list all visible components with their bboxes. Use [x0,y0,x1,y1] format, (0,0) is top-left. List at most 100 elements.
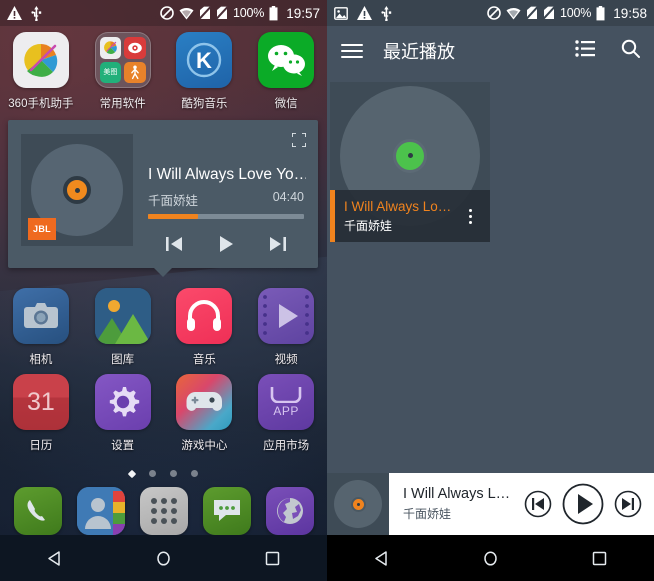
skip-previous-icon[interactable] [524,490,552,518]
app-icon-folder-common-apps[interactable]: 美图 常用软件 [82,32,164,111]
mini-player-title: I Will Always L… [403,486,511,502]
game-center-icon [176,374,233,430]
app-label: 视频 [274,354,298,366]
app-label: 设置 [111,440,135,452]
hamburger-menu-icon[interactable] [341,40,363,62]
mini-player[interactable]: I Will Always L… 千面娇娃 [327,473,654,535]
status-icons-left [7,5,42,21]
app-row-1: 360手机助手 美图 常用软件 K 酷狗音乐 微信 [0,32,327,111]
gallery-icon [94,288,151,344]
app-icon-360-mobile-assistant[interactable]: 360手机助手 [0,32,82,111]
wechat-icon [258,32,315,88]
page-dot-active[interactable] [127,469,137,478]
app-icon-calendar[interactable]: 31 日历 [0,374,82,453]
app-label: 酷狗音乐 [181,98,228,110]
settings-gear-icon [94,374,151,430]
contacts-icon [76,487,125,535]
app-icon-wechat[interactable]: 微信 [245,32,327,111]
browser-globe-icon [265,487,314,535]
sim1-off-icon [526,6,539,20]
page-indicator [0,469,327,478]
skip-next-icon[interactable] [268,235,288,258]
app-label: 游戏中心 [181,440,228,452]
tile-track-artist: 千面娇娃 [344,218,393,233]
overflow-menu-icon[interactable] [460,208,480,224]
app-row-2: 相机 图库 音乐 视频 [0,288,327,367]
page-dot[interactable] [149,470,156,477]
music-widget[interactable]: JBL I Will Always Love Yo… 千面娇娃 04:40 [8,120,318,277]
play-icon[interactable] [562,483,604,525]
tile-info-overlay: I Will Always Lo… 千面娇娃 [330,190,490,242]
mini-player-text: I Will Always L… 千面娇娃 [403,486,524,522]
warning-triangle-icon [357,6,372,20]
jbl-brand-badge: JBL [28,218,56,240]
back-icon[interactable] [357,535,407,581]
app-360-mobile-assistant-icon [12,32,69,88]
sim2-off-icon [543,6,556,20]
list-view-icon[interactable] [575,40,595,62]
app-icon-video[interactable]: 视频 [245,288,327,367]
app-drawer-icon [139,487,188,535]
widget-progress-bar[interactable] [148,214,304,219]
app-bar-actions [575,39,640,63]
camera-icon [12,288,69,344]
app-bar: 最近播放 [327,26,654,76]
status-clock: 19:58 [613,5,647,21]
dock-item-messages[interactable] [195,487,258,535]
search-icon[interactable] [621,39,640,63]
app-icon-music[interactable]: 音乐 [164,288,246,367]
app-label: 微信 [274,98,298,110]
app-label: 相机 [29,354,53,366]
app-icon-app-market[interactable]: APP 应用市场 [245,374,327,453]
tile-text: I Will Always Lo… 千面娇娃 [344,199,460,234]
status-icons-right: 100% 19:57 [160,5,320,21]
widget-track-title: I Will Always Love Yo… [148,166,306,183]
dock-item-browser[interactable] [258,487,321,535]
app-icon-gallery[interactable]: 图库 [82,288,164,367]
usb-icon [31,5,42,21]
app-label: 360手机助手 [8,98,74,110]
calendar-icon: 31 [12,374,69,430]
home-icon[interactable] [466,535,516,581]
app-icon-game-center[interactable]: 游戏中心 [164,374,246,453]
recents-icon[interactable] [575,535,625,581]
wifi-icon [506,7,521,19]
recents-icon[interactable] [248,535,298,581]
right-status-bar: 100% 19:58 [327,0,654,26]
dock-item-app-drawer[interactable] [132,487,195,535]
skip-previous-icon[interactable] [164,235,184,258]
right-navigation-bar [327,535,654,581]
vinyl-label [350,496,366,512]
app-icon-camera[interactable]: 相机 [0,288,82,367]
wifi-icon [179,7,194,19]
page-title: 最近播放 [383,42,455,62]
tile-track-title: I Will Always Lo… [344,198,452,214]
page-dot[interactable] [170,470,177,477]
page-dot[interactable] [191,470,198,477]
left-phone-screen: 100% 19:57 360手机助手 美图 常用软件 K 酷狗音乐 微信 JBL… [0,0,327,581]
mini-player-artist: 千面娇娃 [403,507,452,521]
battery-full-icon [269,5,278,20]
screenshot-icon [334,6,348,20]
vinyl-hole [356,502,360,506]
kugou-music-icon: K [176,32,233,88]
right-phone-screen: 100% 19:58 最近播放 I Will Always Lo… 千面娇娃 I… [327,0,654,581]
app-market-label: APP [273,403,299,418]
skip-next-icon[interactable] [614,490,642,518]
back-icon[interactable] [30,535,80,581]
sim1-off-icon [199,6,212,20]
battery-percent: 100% [560,6,592,20]
left-status-bar: 100% 19:57 [0,0,327,26]
app-icon-kugou-music[interactable]: K 酷狗音乐 [164,32,246,111]
calendar-day-number: 31 [26,387,55,416]
recently-played-tile[interactable]: I Will Always Lo… 千面娇娃 [330,82,490,242]
fullscreen-expand-icon[interactable] [291,132,307,148]
home-icon[interactable] [139,535,189,581]
play-icon[interactable] [216,234,236,259]
app-icon-settings[interactable]: 设置 [82,374,164,453]
app-row-3: 31 日历 设置 游戏中心 APP 应用市场 [0,374,327,453]
dock-item-phone[interactable] [6,487,69,535]
vinyl-hole [407,153,413,159]
dock-item-contacts[interactable] [69,487,132,535]
mini-player-controls [524,483,642,525]
